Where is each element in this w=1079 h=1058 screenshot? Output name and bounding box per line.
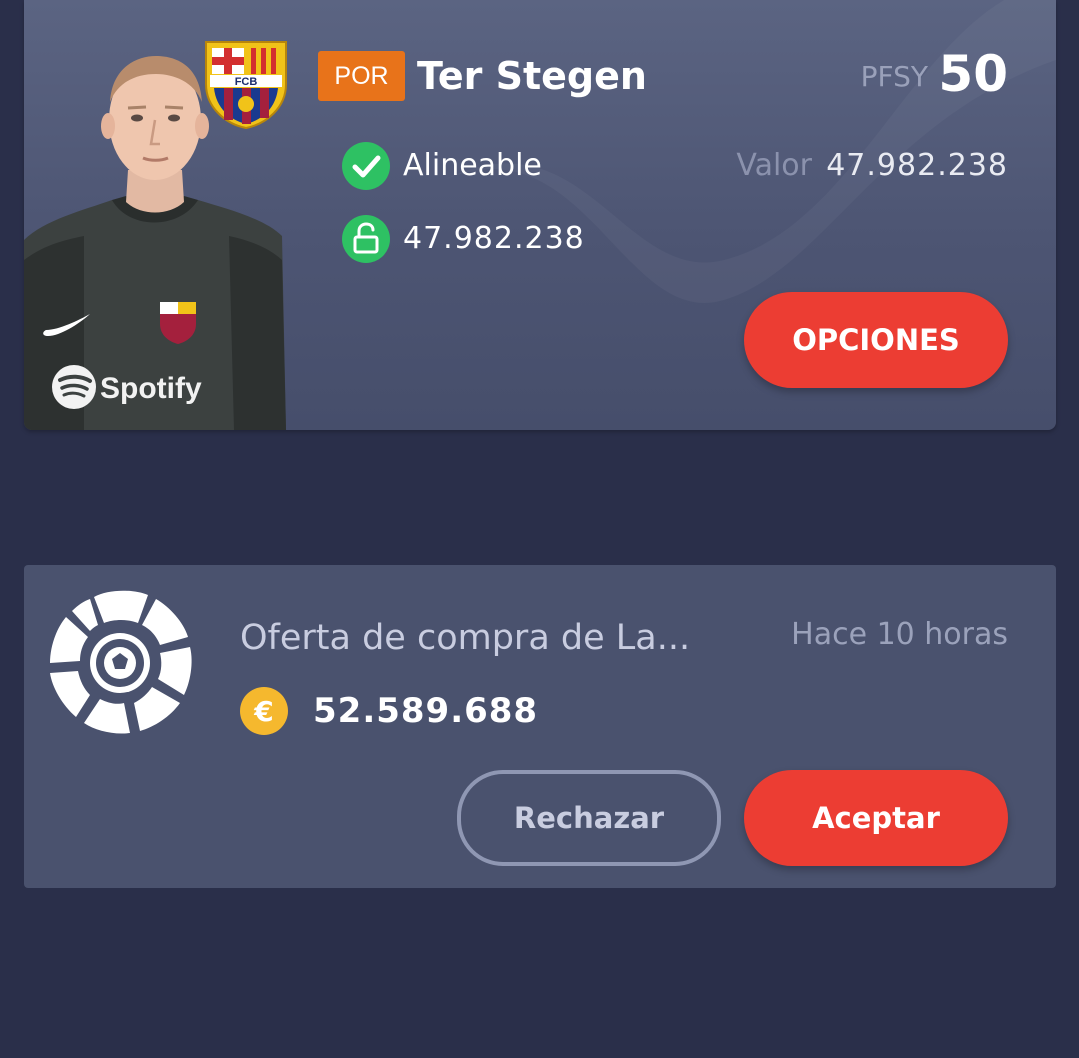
club-crest-icon: FCB bbox=[205, 41, 287, 130]
club-badge-text: FCB bbox=[235, 76, 258, 88]
euro-coin-icon: € bbox=[240, 687, 288, 735]
clause-value: 47.982.238 bbox=[403, 221, 585, 256]
offer-title[interactable]: Oferta de compra de La... bbox=[240, 615, 690, 661]
offer-timestamp: Hace 10 horas bbox=[791, 617, 1008, 652]
reject-button[interactable]: Rechazar bbox=[457, 770, 721, 866]
currency-symbol: € bbox=[253, 695, 273, 728]
offer-card: Oferta de compra de La... Hace 10 horas … bbox=[24, 565, 1056, 888]
offer-amount: 52.589.688 bbox=[313, 691, 539, 731]
value-label: Valor bbox=[736, 148, 812, 183]
accept-button[interactable]: Aceptar bbox=[744, 770, 1008, 866]
pfsy-label: PFSY bbox=[860, 60, 928, 93]
pfsy-score: 50 bbox=[938, 45, 1008, 103]
options-button[interactable]: OPCIONES bbox=[744, 292, 1008, 388]
market-value: 47.982.238 bbox=[826, 148, 1008, 183]
player-name[interactable]: Ter Stegen bbox=[417, 50, 647, 102]
check-circle-icon bbox=[342, 142, 390, 190]
laliga-logo-icon bbox=[48, 589, 192, 734]
unlock-icon bbox=[342, 215, 390, 263]
lineup-status: Alineable bbox=[403, 148, 542, 183]
shirt-sponsor-text: Spotify bbox=[100, 372, 202, 405]
position-badge: POR bbox=[318, 51, 405, 101]
player-card[interactable]: Spotify FCB POR Ter Stegen PFSY 50 Aline… bbox=[24, 0, 1056, 430]
